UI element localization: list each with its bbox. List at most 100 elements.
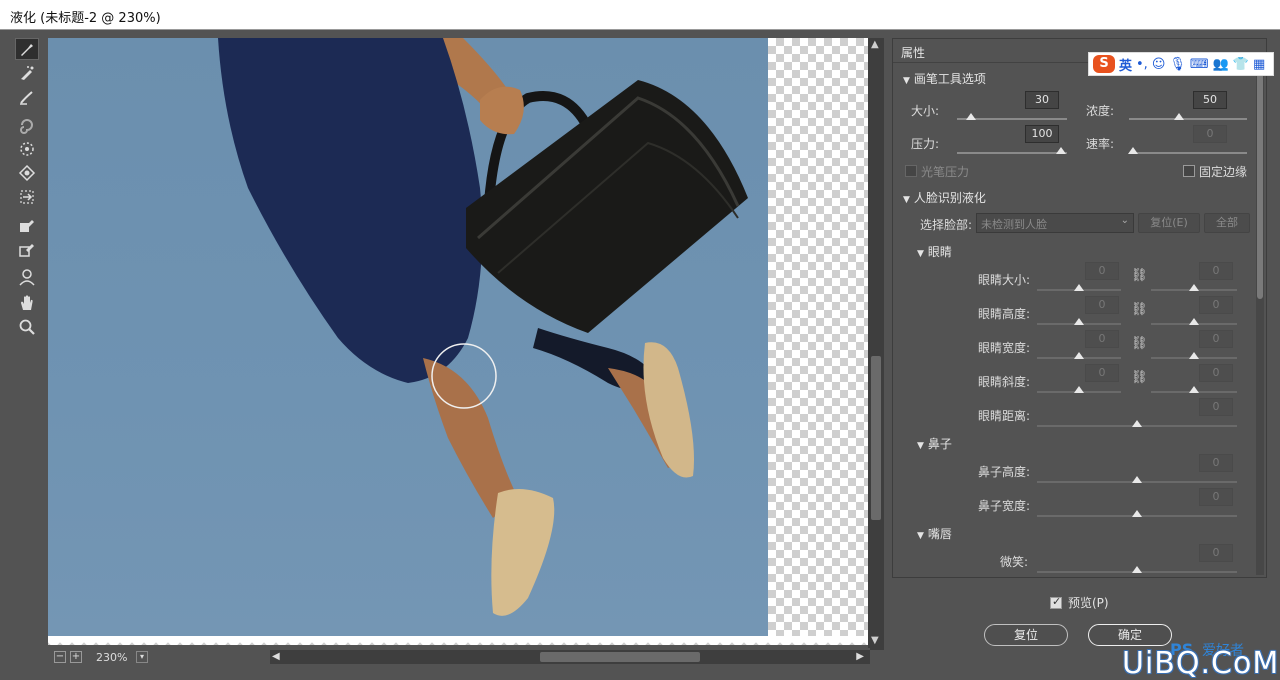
eye-distance-slider[interactable]	[1037, 420, 1237, 427]
scroll-right-arrow-icon[interactable]: ▶	[856, 651, 864, 662]
nose-width-input[interactable]: 0	[1199, 488, 1233, 506]
zoom-tool[interactable]	[15, 316, 39, 338]
nose-width-slider[interactable]	[1037, 510, 1237, 517]
eye-height-left-slider[interactable]	[1037, 318, 1121, 325]
zoom-out-button[interactable]: −	[54, 651, 66, 663]
size-slider-knob[interactable]	[966, 113, 976, 120]
slider-knob[interactable]	[1189, 284, 1199, 291]
eye-tilt-left-slider[interactable]	[1037, 386, 1121, 393]
slider-knob[interactable]	[1132, 510, 1142, 517]
reset-button[interactable]: 复位	[984, 624, 1068, 646]
slider-knob[interactable]	[1132, 420, 1142, 427]
panel-scroll-thumb[interactable]	[1257, 69, 1263, 299]
eye-size-right-input[interactable]: 0	[1199, 262, 1233, 280]
face-reset-button[interactable]: 复位(E)	[1138, 213, 1200, 233]
zoom-level[interactable]: 230%	[96, 651, 136, 664]
eye-height-right-input[interactable]: 0	[1199, 296, 1233, 314]
smile-slider[interactable]	[1037, 566, 1237, 573]
eye-width-left-input[interactable]: 0	[1085, 330, 1119, 348]
slider-knob[interactable]	[1074, 352, 1084, 359]
size-input[interactable]: 30	[1025, 91, 1059, 109]
zoom-dropdown-icon[interactable]: ▾	[136, 651, 148, 663]
skin-icon[interactable]: 👕	[1233, 57, 1249, 72]
slider-knob[interactable]	[1074, 318, 1084, 325]
eye-size-left-input[interactable]: 0	[1085, 262, 1119, 280]
link-chain-icon[interactable]: ⛓	[1131, 336, 1148, 351]
microphone-icon[interactable]: 🎙	[1169, 57, 1186, 72]
slider-knob[interactable]	[1189, 352, 1199, 359]
slider-knob[interactable]	[1189, 318, 1199, 325]
emoji-icon[interactable]: ☺	[1152, 57, 1166, 72]
twirl-tool[interactable]	[15, 114, 39, 136]
eye-distance-input[interactable]: 0	[1199, 398, 1233, 416]
rate-input[interactable]: 0	[1193, 125, 1227, 143]
keyboard-icon[interactable]: ⌨	[1190, 57, 1209, 72]
forward-warp-tool[interactable]	[15, 38, 39, 60]
eye-tilt-left-input[interactable]: 0	[1085, 364, 1119, 382]
scroll-left-arrow-icon[interactable]: ◀	[272, 651, 280, 662]
face-all-button[interactable]: 全部	[1204, 213, 1250, 233]
rate-slider-knob[interactable]	[1128, 147, 1138, 154]
eye-size-left-slider[interactable]	[1037, 284, 1121, 291]
liquify-canvas[interactable]	[48, 38, 870, 645]
face-tool[interactable]	[15, 266, 39, 288]
mouth-section[interactable]: ▼ 嘴唇	[917, 525, 952, 542]
reconstruct-tool[interactable]	[15, 62, 39, 84]
density-slider-knob[interactable]	[1174, 113, 1184, 120]
eye-size-right-slider[interactable]	[1151, 284, 1237, 291]
pressure-slider[interactable]	[957, 147, 1067, 154]
pressure-input[interactable]: 100	[1025, 125, 1059, 143]
sogou-logo-icon[interactable]: S	[1093, 55, 1115, 73]
nose-height-slider[interactable]	[1037, 476, 1237, 483]
eye-tilt-right-slider[interactable]	[1151, 386, 1237, 393]
horizontal-scroll-thumb[interactable]	[540, 652, 700, 662]
density-input[interactable]: 50	[1193, 91, 1227, 109]
ime-language-toggle[interactable]: 英	[1119, 55, 1132, 74]
push-left-tool[interactable]	[15, 186, 39, 208]
smile-input[interactable]: 0	[1199, 544, 1233, 562]
rate-slider[interactable]	[1128, 147, 1247, 154]
bloat-tool[interactable]	[15, 162, 39, 184]
pucker-tool[interactable]	[15, 138, 39, 160]
face-liquify-section[interactable]: ▼ 人脸识别液化	[903, 189, 986, 206]
menu-grid-icon[interactable]: ▦	[1253, 57, 1265, 72]
size-slider[interactable]	[957, 113, 1067, 120]
user-icon[interactable]: 👥	[1213, 57, 1229, 72]
eye-height-right-slider[interactable]	[1151, 318, 1237, 325]
slider-knob[interactable]	[1074, 386, 1084, 393]
pressure-slider-knob[interactable]	[1056, 147, 1066, 154]
canvas-vertical-scrollbar[interactable]: ▲ ▼	[868, 38, 884, 650]
eye-width-right-slider[interactable]	[1151, 352, 1237, 359]
slider-knob[interactable]	[1189, 386, 1199, 393]
thaw-mask-tool[interactable]	[15, 238, 39, 260]
eyes-section[interactable]: ▼ 眼睛	[917, 243, 952, 260]
pin-edges-checkbox[interactable]	[1183, 165, 1195, 177]
brush-options-section[interactable]: ▼ 画笔工具选项	[903, 70, 986, 87]
select-face-dropdown[interactable]: 未检测到人脸 ⌄	[976, 213, 1134, 233]
density-slider[interactable]	[1129, 113, 1247, 120]
eye-height-left-input[interactable]: 0	[1085, 296, 1119, 314]
smooth-tool[interactable]	[15, 86, 39, 108]
slider-knob[interactable]	[1074, 284, 1084, 291]
preview-checkbox[interactable]	[1050, 595, 1062, 609]
stylus-pressure-checkbox[interactable]	[905, 165, 917, 177]
canvas-horizontal-scrollbar[interactable]: ◀ ▶	[270, 650, 870, 664]
nose-height-input[interactable]: 0	[1199, 454, 1233, 472]
eye-tilt-right-input[interactable]: 0	[1199, 364, 1233, 382]
hand-tool[interactable]	[15, 292, 39, 314]
eye-width-left-slider[interactable]	[1037, 352, 1121, 359]
zoom-in-button[interactable]: +	[70, 651, 82, 663]
scroll-up-arrow-icon[interactable]: ▲	[871, 40, 881, 50]
eye-width-right-input[interactable]: 0	[1199, 330, 1233, 348]
ime-punctuation-toggle[interactable]: •,	[1136, 57, 1148, 72]
link-chain-icon[interactable]: ⛓	[1131, 370, 1148, 385]
panel-scrollbar[interactable]	[1256, 63, 1264, 575]
slider-knob[interactable]	[1132, 566, 1142, 573]
freeze-mask-tool[interactable]	[15, 214, 39, 236]
nose-section[interactable]: ▼ 鼻子	[917, 435, 952, 452]
link-chain-icon[interactable]: ⛓	[1131, 302, 1148, 317]
scroll-down-arrow-icon[interactable]: ▼	[871, 636, 881, 646]
slider-knob[interactable]	[1132, 476, 1142, 483]
link-chain-icon[interactable]: ⛓	[1131, 268, 1148, 283]
vertical-scroll-thumb[interactable]	[871, 356, 881, 520]
